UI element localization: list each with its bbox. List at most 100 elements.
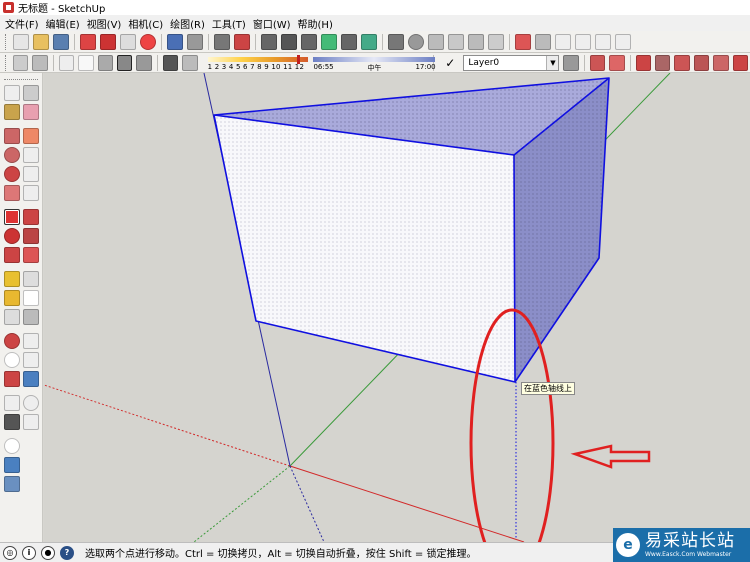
arc-2-icon[interactable] — [23, 185, 39, 201]
open-folder-icon[interactable] — [33, 33, 49, 50]
section-plane-icon[interactable] — [23, 414, 39, 430]
model-info-icon[interactable] — [234, 33, 250, 50]
save-icon[interactable] — [53, 33, 69, 50]
menu-draw[interactable]: 绘图(R) — [168, 16, 210, 31]
erase-icon[interactable] — [140, 33, 156, 50]
shadow-settings-icon[interactable] — [182, 54, 198, 71]
shadows-icon[interactable] — [162, 54, 179, 71]
style-icon[interactable] — [388, 33, 404, 50]
menu-help[interactable]: 帮助(H) — [296, 16, 338, 31]
user-icon[interactable]: ● — [41, 545, 55, 560]
google-position-icon[interactable] — [4, 438, 20, 454]
back-edges-icon[interactable] — [32, 54, 48, 71]
section-icon[interactable] — [448, 33, 464, 50]
geo-location-icon[interactable]: ◎ — [3, 545, 17, 560]
shadow-month-slider[interactable]: 1 2 3 4 5 6 7 8 9 10 11 12 — [207, 54, 308, 72]
select-arrow-icon[interactable] — [4, 85, 20, 101]
paste-icon[interactable] — [120, 33, 136, 50]
shaded-icon[interactable] — [97, 54, 113, 71]
sandbox-5-icon[interactable] — [674, 54, 690, 71]
pencil-line-icon[interactable] — [23, 128, 39, 144]
view-back-icon[interactable] — [595, 33, 611, 50]
cut-icon[interactable] — [80, 33, 96, 50]
section-2-icon[interactable] — [468, 33, 484, 50]
arc-icon[interactable] — [23, 166, 39, 182]
scale-icon[interactable] — [4, 247, 20, 263]
pan-hand-icon[interactable] — [23, 333, 39, 349]
print-icon[interactable] — [214, 33, 230, 50]
freehand-icon[interactable] — [23, 147, 39, 163]
component-3-icon[interactable] — [301, 33, 317, 50]
component-2-icon[interactable] — [281, 33, 297, 50]
info-icon[interactable]: i — [22, 545, 36, 560]
section-3-icon[interactable] — [488, 33, 504, 50]
push-pull-icon[interactable] — [23, 209, 39, 225]
help-icon[interactable]: ? — [60, 545, 74, 560]
sandbox-8-icon[interactable] — [732, 54, 749, 71]
follow-me-icon[interactable] — [23, 228, 39, 244]
copy-icon[interactable] — [100, 33, 116, 50]
wireframe-icon[interactable] — [58, 54, 75, 71]
pie-icon[interactable] — [4, 185, 20, 201]
sandbox-2-icon[interactable] — [609, 54, 625, 71]
menu-view[interactable]: 视图(V) — [85, 16, 127, 31]
redo-icon[interactable] — [187, 33, 203, 50]
new-file-icon[interactable] — [13, 33, 29, 50]
3d-text-icon[interactable] — [23, 309, 39, 325]
shaded-textures-icon[interactable] — [116, 54, 133, 71]
sandbox-3-icon[interactable] — [635, 54, 651, 71]
sandbox-6-icon[interactable] — [693, 54, 710, 71]
sandbox-icon[interactable] — [589, 54, 606, 71]
tape-measure-icon[interactable] — [4, 271, 20, 287]
toolbar-grip[interactable] — [5, 54, 8, 71]
text-label-icon[interactable] — [23, 290, 39, 306]
menu-file[interactable]: 文件(F) — [3, 16, 44, 31]
box-front-right-edge[interactable] — [513, 154, 516, 383]
eraser-icon[interactable] — [23, 104, 39, 120]
rotate-icon[interactable] — [4, 228, 20, 244]
component-icon[interactable] — [261, 33, 277, 50]
view-left-icon[interactable] — [615, 33, 631, 50]
polygon-icon[interactable] — [4, 166, 20, 182]
orbit-icon[interactable] — [4, 333, 20, 349]
zoom-window-icon[interactable] — [23, 352, 39, 368]
view-iso-icon[interactable] — [515, 33, 531, 50]
component-5-icon[interactable] — [341, 33, 357, 50]
chevron-down-icon[interactable]: ▼ — [546, 55, 559, 70]
hidden-line-icon[interactable] — [78, 54, 94, 71]
get-models-icon[interactable] — [4, 457, 20, 473]
zoom-extents-icon[interactable] — [4, 371, 20, 387]
offset-icon[interactable] — [23, 247, 39, 263]
move-icon[interactable] — [4, 209, 20, 225]
shadow-time-slider[interactable]: 06:55 中午 17:00 — [313, 54, 436, 72]
menu-window[interactable]: 窗口(W) — [251, 16, 296, 31]
component-6-icon[interactable] — [361, 33, 377, 50]
circle-icon[interactable] — [4, 147, 20, 163]
zoom-icon[interactable] — [4, 352, 20, 368]
previous-view-icon[interactable] — [23, 371, 39, 387]
look-around-icon[interactable] — [23, 395, 39, 411]
view-front-icon[interactable] — [555, 33, 571, 50]
menu-tools[interactable]: 工具(T) — [210, 16, 251, 31]
toolbar-grip[interactable] — [5, 33, 8, 50]
monochrome-icon[interactable] — [136, 54, 152, 71]
component-4-icon[interactable] — [321, 33, 337, 50]
model-viewport[interactable] — [44, 73, 750, 542]
menu-edit[interactable]: 编辑(E) — [44, 16, 85, 31]
layer-visible-check-icon[interactable]: ✓ — [445, 56, 455, 70]
sandbox-4-icon[interactable] — [655, 54, 671, 71]
protractor-icon[interactable] — [4, 290, 20, 306]
fog-icon[interactable] — [428, 33, 444, 50]
dimension-icon[interactable] — [23, 271, 39, 287]
menu-camera[interactable]: 相机(C) — [126, 16, 168, 31]
share-model-icon[interactable] — [4, 476, 20, 492]
walk-icon[interactable] — [4, 414, 20, 430]
sandbox-7-icon[interactable] — [713, 54, 729, 71]
view-top-icon[interactable] — [535, 33, 551, 50]
texture-icon[interactable] — [408, 33, 424, 50]
rectangle-icon[interactable] — [4, 128, 20, 144]
view-right-icon[interactable] — [575, 33, 591, 50]
axes-icon[interactable] — [4, 309, 20, 325]
layer-select[interactable]: Layer0 ▼ — [463, 54, 560, 71]
paint-bucket-icon[interactable] — [4, 104, 20, 120]
